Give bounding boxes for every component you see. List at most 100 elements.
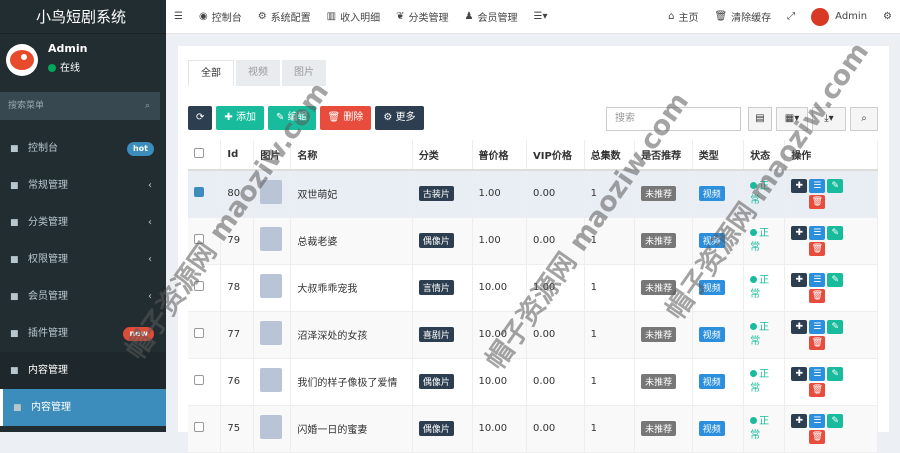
nav-income[interactable]: ▥ 收入明细 bbox=[319, 0, 388, 34]
sidebar-item-2[interactable]: ■ 分类管理 ‹ bbox=[0, 204, 166, 241]
list-button[interactable]: ☰ bbox=[809, 319, 826, 334]
menu-icon: ☰ bbox=[174, 11, 183, 22]
tab-image[interactable]: 图片 bbox=[282, 60, 326, 86]
fullscreen-button[interactable]: ⤢ bbox=[779, 0, 803, 34]
table-row[interactable]: 77 沼泽深处的女孩 喜剧片 10.00 0.00 1 未推荐 视频 正常 ✚ ☰ ✎ 🗑 bbox=[188, 311, 878, 359]
cover-thumbnail[interactable] bbox=[260, 368, 283, 392]
delete-row-button[interactable]: 🗑 bbox=[809, 288, 826, 303]
sidebar-toggle-button[interactable]: ☰ bbox=[166, 0, 191, 34]
row-checkbox[interactable] bbox=[194, 187, 204, 198]
edit-row-button[interactable]: ✎ bbox=[827, 413, 844, 428]
sidebar-search[interactable]: 搜索菜单 ⌕ bbox=[0, 92, 160, 120]
row-actions: ✚ ☰ ✎ 🗑 bbox=[791, 366, 845, 397]
table-row[interactable]: 78 大叔乖乖宠我 言情片 10.00 1.00 1 未推荐 视频 正常 ✚ ☰ ✎ 🗑 bbox=[188, 264, 878, 312]
row-checkbox[interactable] bbox=[194, 375, 204, 385]
table-row[interactable]: 76 我们的样子像极了爱情 偶像片 10.00 0.00 1 未推荐 视频 正常 ✚ ☰ ✎ 🗑 bbox=[188, 358, 878, 406]
cover-thumbnail[interactable] bbox=[260, 274, 283, 298]
delete-row-button[interactable]: 🗑 bbox=[809, 335, 826, 350]
nav-dashboard[interactable]: ◉ 控制台 bbox=[191, 0, 250, 34]
row-checkbox[interactable] bbox=[194, 281, 204, 291]
delete-row-button[interactable]: 🗑 bbox=[809, 194, 826, 209]
settings-button[interactable]: ⚙ bbox=[875, 0, 900, 34]
row-vip-price: 1.00 bbox=[526, 264, 585, 312]
column-header: Id bbox=[220, 140, 255, 171]
sidebar-item-4[interactable]: ■ 会员管理 ‹ bbox=[0, 278, 166, 315]
edit-row-button[interactable]: ✎ bbox=[827, 225, 844, 240]
sidebar-item-6[interactable]: ■ 内容管理 bbox=[0, 352, 166, 389]
search-icon: ⌕ bbox=[861, 113, 867, 124]
add-button[interactable]: ✚ 添加 bbox=[216, 106, 264, 130]
export-button[interactable]: ▤ bbox=[748, 107, 772, 131]
list-button[interactable]: ☰ bbox=[809, 272, 826, 287]
status-dot-icon bbox=[750, 322, 758, 330]
type-label: 视频 bbox=[698, 421, 725, 436]
tab-video[interactable]: 视频 bbox=[236, 60, 280, 86]
drag-button[interactable]: ✚ bbox=[791, 319, 808, 334]
list-button[interactable]: ☰ bbox=[809, 178, 826, 193]
export-type-button[interactable]: ⤓▾ bbox=[812, 107, 846, 131]
category-label: 古装片 bbox=[418, 186, 454, 202]
column-header[interactable] bbox=[188, 140, 222, 171]
category-label: 偶像片 bbox=[418, 421, 454, 436]
cover-thumbnail[interactable] bbox=[260, 180, 283, 205]
nav-category[interactable]: ❦ 分类管理 bbox=[388, 0, 456, 34]
nav-clear-cache[interactable]: 🗑 清除缓存 bbox=[706, 0, 779, 34]
delete-row-button[interactable]: 🗑 bbox=[809, 382, 826, 397]
sidebar-item-1[interactable]: ■ 常规管理 ‹ bbox=[0, 167, 166, 204]
nav-member[interactable]: ♟ 会员管理 bbox=[457, 0, 526, 34]
cover-thumbnail[interactable] bbox=[260, 227, 283, 251]
row-checkbox[interactable] bbox=[194, 234, 204, 244]
table-icon: ▤ bbox=[755, 113, 765, 124]
column-header: 类型 bbox=[692, 140, 745, 171]
sidebar-item-5[interactable]: ■ 插件管理 new bbox=[0, 315, 166, 352]
list-button[interactable]: ☰ bbox=[809, 413, 826, 428]
row-checkbox[interactable] bbox=[194, 422, 204, 432]
more-button[interactable]: ⚙ 更多 bbox=[375, 106, 424, 130]
refresh-button[interactable]: ⟳ bbox=[188, 106, 213, 130]
drag-button[interactable]: ✚ bbox=[791, 178, 808, 193]
search-button[interactable]: ⌕ bbox=[850, 107, 878, 131]
row-name: 沼泽深处的女孩 bbox=[290, 311, 413, 359]
delete-row-button[interactable]: 🗑 bbox=[809, 241, 826, 256]
row-name: 总裁老婆 bbox=[290, 217, 413, 265]
sidebar-item-3[interactable]: ■ 权限管理 ‹ bbox=[0, 241, 166, 278]
edit-row-button[interactable]: ✎ bbox=[827, 366, 844, 381]
row-vip-price: 0.00 bbox=[526, 358, 585, 406]
nav-home[interactable]: ⌂ 主页 bbox=[660, 0, 706, 34]
drag-button[interactable]: ✚ bbox=[791, 272, 808, 287]
table-search-input[interactable]: 搜索 bbox=[606, 107, 741, 131]
table-row[interactable]: 79 总裁老婆 偶像片 1.00 0.00 1 未推荐 视频 正常 ✚ ☰ ✎ 🗑 bbox=[188, 217, 878, 265]
columns-button[interactable]: ▦▾ bbox=[776, 107, 808, 131]
drag-button[interactable]: ✚ bbox=[791, 413, 808, 428]
sidebar-item-0[interactable]: ■ 控制台 hot bbox=[0, 130, 166, 167]
list-button[interactable]: ☰ bbox=[809, 366, 826, 381]
edit-row-button[interactable]: ✎ bbox=[827, 178, 844, 193]
status-dot-icon bbox=[750, 369, 758, 377]
edit-row-button[interactable]: ✎ bbox=[827, 319, 844, 334]
type-label: 视频 bbox=[698, 327, 725, 342]
row-name: 大叔乖乖宠我 bbox=[290, 264, 413, 312]
admin-menu[interactable]: Admin bbox=[803, 0, 875, 34]
edit-button[interactable]: ✎ 编辑 bbox=[267, 106, 316, 130]
row-vip-price: 0.00 bbox=[526, 311, 585, 359]
delete-button[interactable]: 🗑 删除 bbox=[319, 106, 372, 130]
edit-row-button[interactable]: ✎ bbox=[827, 272, 844, 287]
row-id: 76 bbox=[220, 358, 255, 406]
table-row[interactable]: 75 闪婚一日的蜜妻 偶像片 10.00 0.00 1 未推荐 视频 正常 ✚ ☰ ✎ 🗑 bbox=[188, 405, 878, 453]
drag-button[interactable]: ✚ bbox=[791, 366, 808, 381]
row-checkbox[interactable] bbox=[194, 328, 204, 338]
nav-config[interactable]: ⚙ 系统配置 bbox=[250, 0, 319, 34]
drag-button[interactable]: ✚ bbox=[791, 225, 808, 240]
nav-more-dropdown[interactable]: ☰▾ bbox=[525, 0, 555, 34]
cover-thumbnail[interactable] bbox=[260, 415, 283, 439]
cover-thumbnail[interactable] bbox=[260, 321, 283, 345]
table-row[interactable]: 80 双世萌妃 古装片 1.00 0.00 1 未推荐 视频 正常 ✚ ☰ ✎ 🗑 bbox=[188, 170, 878, 218]
tab-all[interactable]: 全部 bbox=[188, 60, 234, 86]
category-label: 偶像片 bbox=[418, 233, 454, 248]
content-panel: 全部 视频 图片 ⟳ ✚ 添加 ✎ 编辑 🗑 删除 ⚙ 更多 搜索 ▤ ▦▾ ⤓… bbox=[178, 46, 889, 453]
select-all-checkbox[interactable] bbox=[194, 148, 204, 158]
list-button[interactable]: ☰ bbox=[809, 225, 826, 240]
top-navbar: ☰ ◉ 控制台 ⚙ 系统配置 ▥ 收入明细 ❦ 分类管理 ♟ 会员管理 ☰▾ ⌂ 主页 🗑 清… bbox=[166, 0, 900, 34]
row-id: 78 bbox=[220, 264, 255, 312]
sidebar-item-7[interactable]: ■ 内容管理 bbox=[0, 389, 166, 426]
